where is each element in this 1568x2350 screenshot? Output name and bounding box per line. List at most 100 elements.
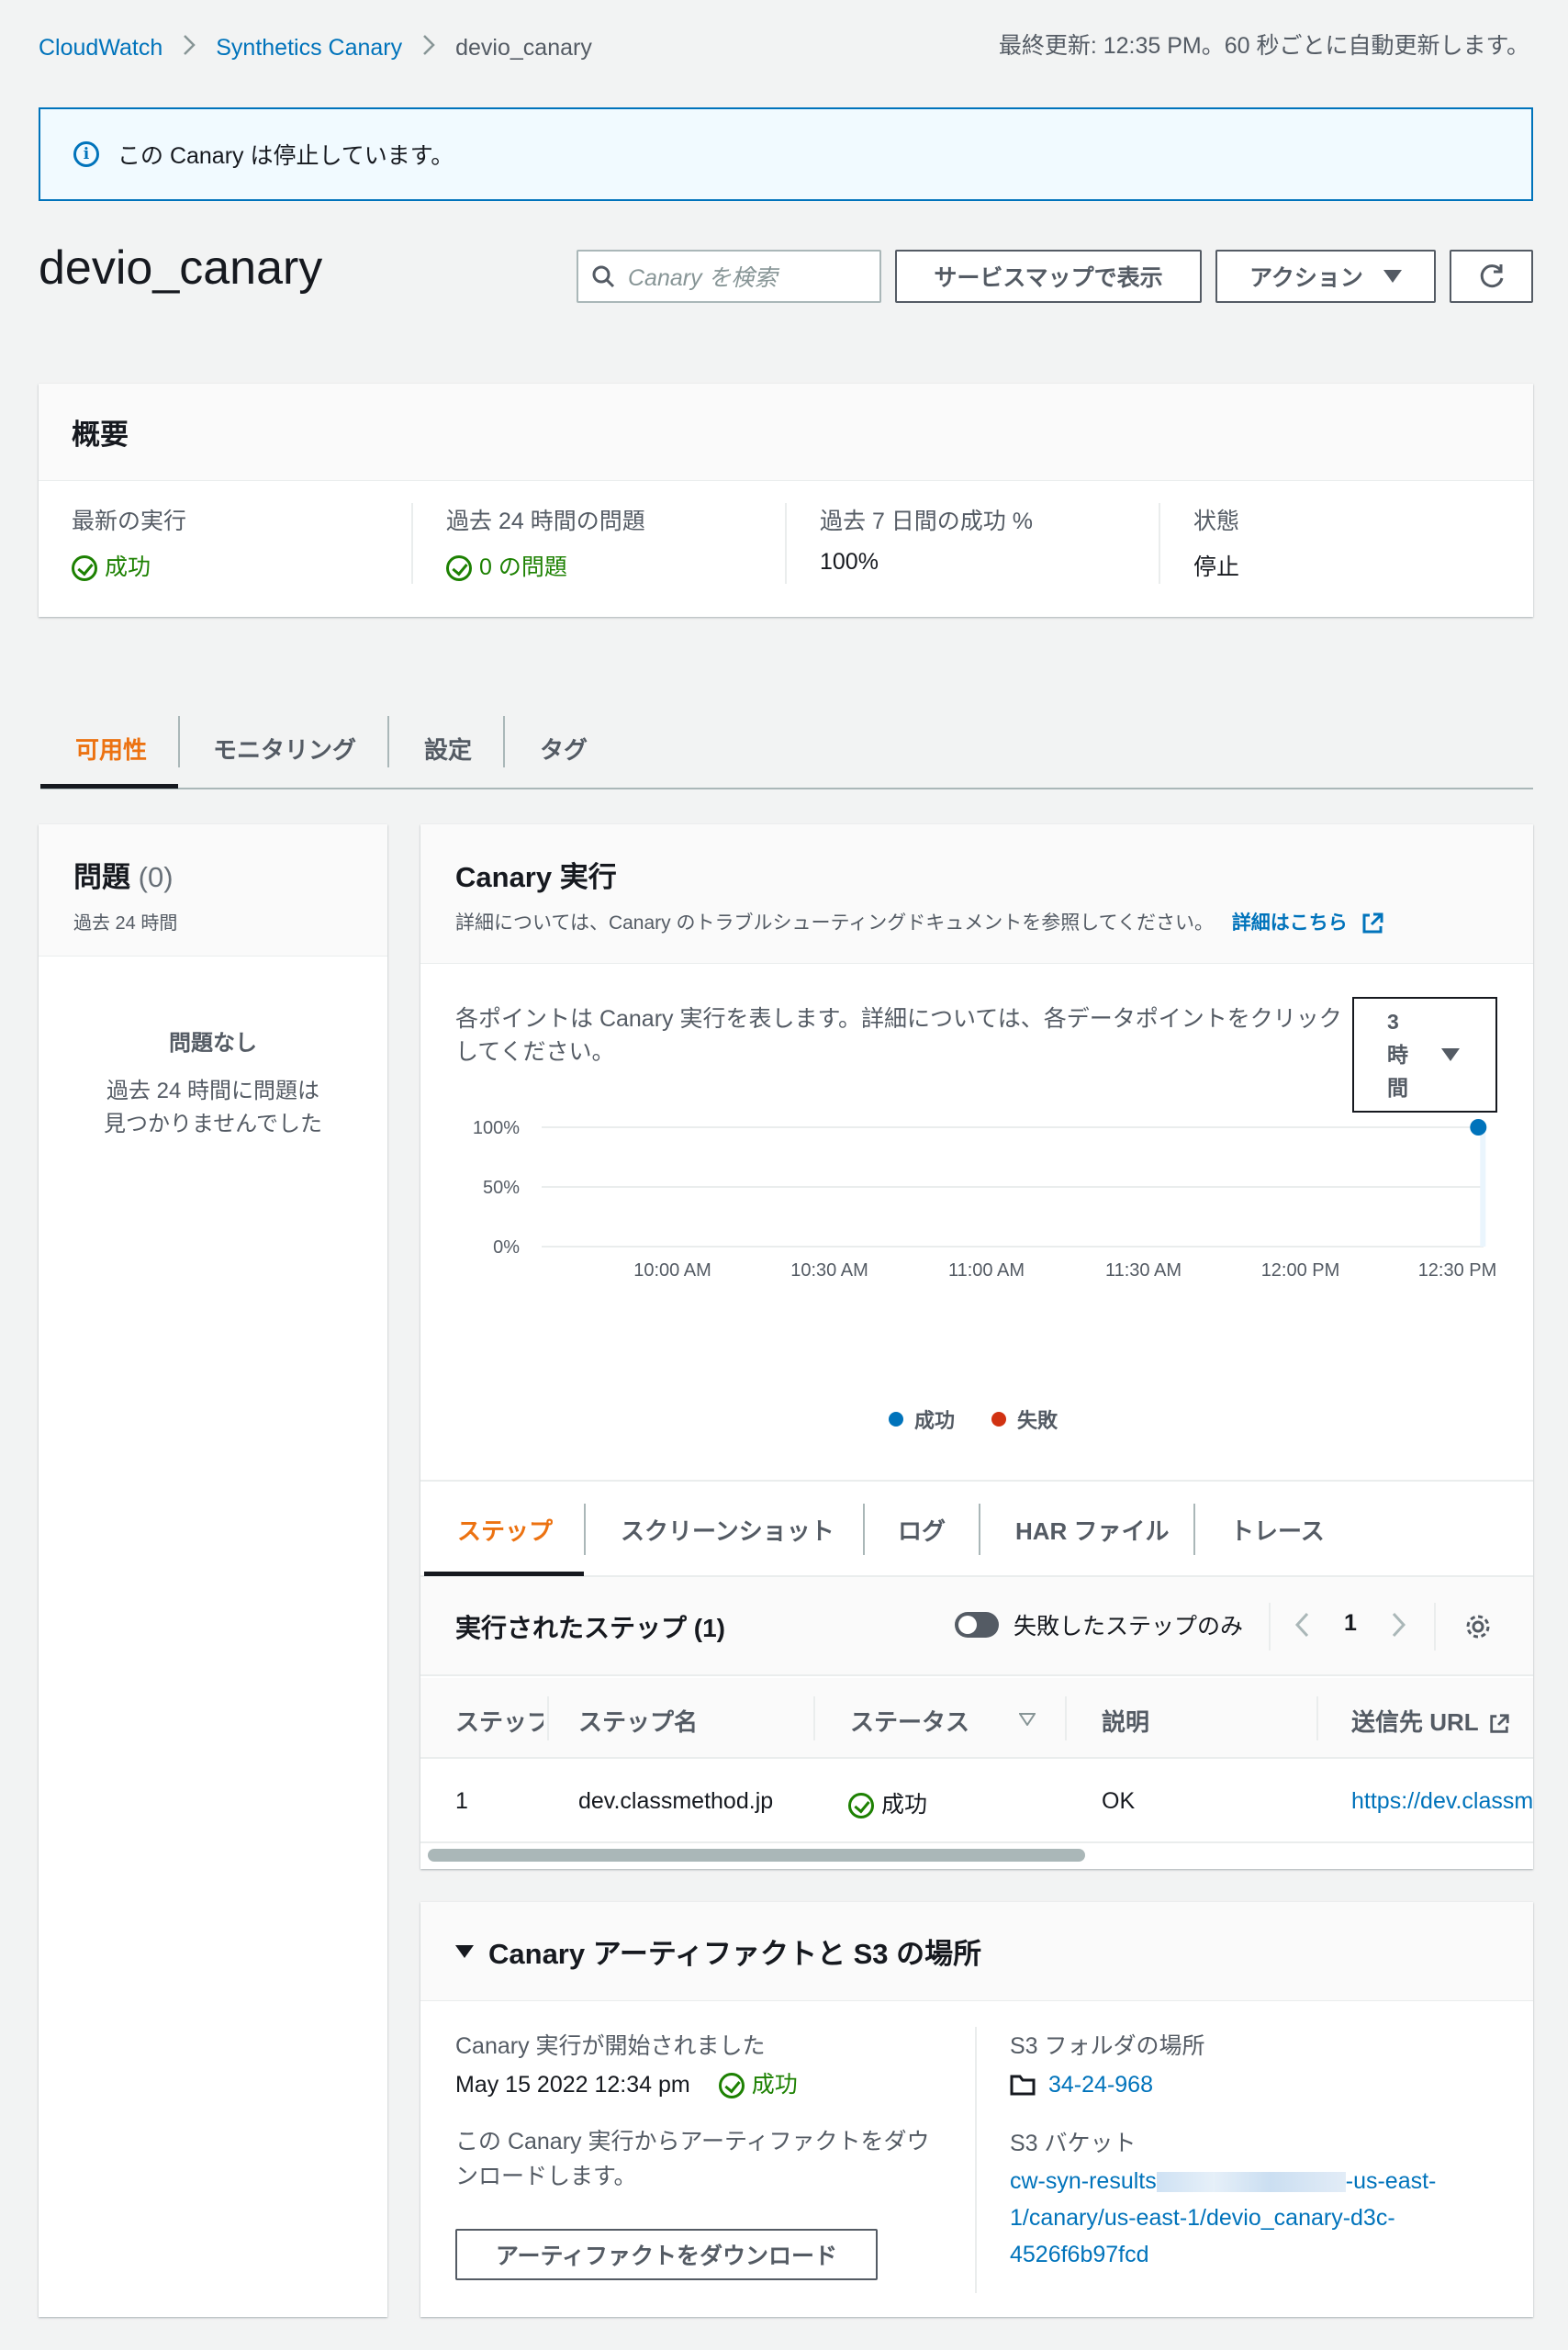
x-tick-label: 10:00 AM — [633, 1260, 711, 1281]
tab-settings[interactable]: 設定 — [424, 707, 472, 789]
horizontal-scrollbar[interactable] — [428, 1849, 1085, 1862]
external-link-icon — [1362, 912, 1383, 934]
y-tick-label: 50% — [483, 1178, 520, 1198]
breadcrumb-cloudwatch[interactable]: CloudWatch — [39, 35, 162, 62]
caret-down-icon — [455, 1944, 474, 1958]
s3-bucket-part2[interactable]: -us-east- — [1346, 2168, 1437, 2194]
artifacts-title: Canary アーティファクトと S3 の場所 — [488, 1938, 982, 1970]
tab-har-files[interactable]: HAR ファイル — [1015, 1482, 1170, 1577]
issues-subtitle: 過去 24 時間 — [73, 913, 178, 934]
artifacts-header[interactable]: Canary アーティファクトと S3 の場所 — [420, 1902, 1533, 2001]
divider — [1159, 503, 1160, 584]
col-status[interactable]: ステータス — [850, 1704, 969, 1738]
tab-tags[interactable]: タグ — [540, 707, 588, 789]
tab-availability[interactable]: 可用性 — [75, 707, 147, 789]
run-status-value: 成功 — [751, 2072, 798, 2098]
tab-screenshots[interactable]: スクリーンショット — [621, 1482, 834, 1577]
steps-header: 実行されたステップ (1) 失敗したステップのみ 1 — [420, 1577, 1533, 1676]
success-icon — [848, 1793, 874, 1819]
actions-button[interactable]: アクション — [1215, 250, 1436, 303]
col-divider — [813, 1696, 815, 1740]
chart-legend: 成功 失敗 — [889, 1404, 1058, 1434]
col-divider — [1065, 1696, 1067, 1740]
data-point[interactable] — [1470, 1119, 1487, 1136]
refresh-button[interactable] — [1450, 250, 1533, 303]
tab-steps[interactable]: ステップ — [457, 1482, 553, 1577]
next-page-icon[interactable] — [1392, 1612, 1406, 1638]
s3-bucket-line2[interactable]: 1/canary/us-east-1/devio_canary-d3c- — [1010, 2205, 1395, 2231]
row-step: 1 — [455, 1788, 468, 1814]
s3-bucket-link[interactable]: cw-syn-results -us-east- 1/canary/us-east… — [1010, 2163, 1436, 2273]
s3-bucket-line3[interactable]: 4526f6b97fcd — [1010, 2242, 1149, 2267]
gear-icon[interactable] — [1463, 1612, 1493, 1641]
canary-runs-chart[interactable]: 100% 50% 0% 10:00 AM 10:30 AM 11:00 AM 11:30 A… — [420, 1100, 1533, 1366]
col-step-name[interactable]: ステップ名 — [578, 1704, 698, 1738]
row-destination-url[interactable]: https://dev.classm — [1351, 1788, 1533, 1815]
steps-title: 実行されたステップ (1) — [455, 1614, 726, 1642]
folder-icon — [1010, 2075, 1036, 2096]
tab-divider — [863, 1504, 865, 1555]
overview-success-rate: 過去 7 日間の成功 % 100% — [820, 503, 1033, 576]
s3-folder-link[interactable]: 34-24-968 — [1048, 2065, 1153, 2104]
chevron-right-icon — [183, 33, 196, 62]
s3-bucket-part1[interactable]: cw-syn-results — [1010, 2168, 1157, 2194]
issues-value[interactable]: 0 の問題 — [479, 554, 567, 580]
divider — [1269, 1603, 1271, 1651]
state-value: 停止 — [1193, 554, 1240, 580]
failed-only-toggle[interactable]: 失敗したステップのみ — [955, 1608, 1243, 1641]
tab-monitoring[interactable]: モニタリング — [213, 707, 356, 789]
tab-divider — [387, 716, 389, 767]
tab-traces[interactable]: トレース — [1230, 1482, 1325, 1577]
success-icon — [446, 555, 472, 582]
time-range-select[interactable]: 3 時 間 — [1352, 997, 1497, 1113]
page-number[interactable]: 1 — [1344, 1610, 1357, 1637]
main-tabs: 可用性 モニタリング 設定 タグ — [40, 707, 1533, 789]
divider — [411, 503, 413, 584]
learn-more-link[interactable]: 詳細はこちら — [1232, 912, 1348, 934]
actions-label: アクション — [1249, 265, 1363, 291]
divider — [785, 503, 787, 584]
run-started-label: Canary 実行が開始されました — [455, 2033, 766, 2059]
x-tick-label: 12:00 PM — [1261, 1260, 1340, 1281]
redacted-blur — [1156, 2172, 1346, 2193]
tab-divider — [979, 1504, 980, 1555]
runs-description-text: 詳細については、Canary のトラブルシューティングドキュメントを参照してくだ… — [455, 912, 1214, 934]
download-text-line2: ンロードします。 — [455, 2164, 637, 2189]
search-input[interactable]: Canary を検索 — [577, 250, 881, 303]
download-text-line1: この Canary 実行からアーティファクトをダウ — [455, 2129, 930, 2154]
state-label: 状態 — [1193, 509, 1240, 534]
external-link-icon — [1490, 1714, 1510, 1733]
previous-page-icon[interactable] — [1294, 1612, 1309, 1638]
overview-state: 状態 停止 — [1193, 503, 1239, 582]
y-tick-label: 100% — [473, 1118, 520, 1138]
info-banner: i この Canary は停止しています。 — [39, 107, 1533, 201]
overview-latest-run: 最新の実行 成功 — [72, 503, 186, 582]
divider — [975, 2027, 977, 2293]
x-tick-label: 11:00 AM — [948, 1260, 1025, 1281]
legend-success-label: 成功 — [914, 1409, 956, 1432]
latest-run-value: 成功 — [105, 554, 151, 580]
no-issues-line2: 見つかりませんでした — [103, 1112, 323, 1136]
download-artifacts-button[interactable]: アーティファクトをダウンロード — [455, 2229, 878, 2280]
tab-divider — [584, 1504, 586, 1555]
tab-logs[interactable]: ログ — [898, 1482, 946, 1577]
toggle-switch[interactable] — [955, 1612, 999, 1638]
col-description[interactable]: 説明 — [1102, 1704, 1149, 1738]
success-icon — [718, 2073, 745, 2099]
y-tick-label: 0% — [493, 1237, 520, 1258]
issues-count: (0) — [138, 861, 174, 893]
chart-hint-line2: してください。 — [455, 1039, 615, 1065]
info-icon: i — [73, 141, 99, 167]
sort-down-icon[interactable] — [1019, 1713, 1036, 1726]
service-map-button[interactable]: サービスマップで表示 — [895, 250, 1202, 303]
breadcrumb-current: devio_canary — [455, 34, 592, 61]
active-tab-indicator — [424, 1572, 584, 1576]
chart-hint: 各ポイントは Canary 実行を表します。詳細については、各データポイントをク… — [455, 1002, 1342, 1069]
overview-issues: 過去 24 時間の問題 0 の問題 — [446, 503, 645, 582]
col-step[interactable]: ステップ — [455, 1704, 543, 1738]
artifacts-panel: Canary アーティファクトと S3 の場所 Canary 実行が開始されまし… — [420, 1902, 1533, 2317]
breadcrumb-synthetics[interactable]: Synthetics Canary — [216, 35, 402, 62]
issues-label: 過去 24 時間の問題 — [446, 509, 645, 534]
chart-hint-line1: 各ポイントは Canary 実行を表します。詳細については、各データポイントをク… — [455, 1006, 1342, 1032]
col-destination-url[interactable]: 送信先 URL — [1351, 1704, 1510, 1738]
